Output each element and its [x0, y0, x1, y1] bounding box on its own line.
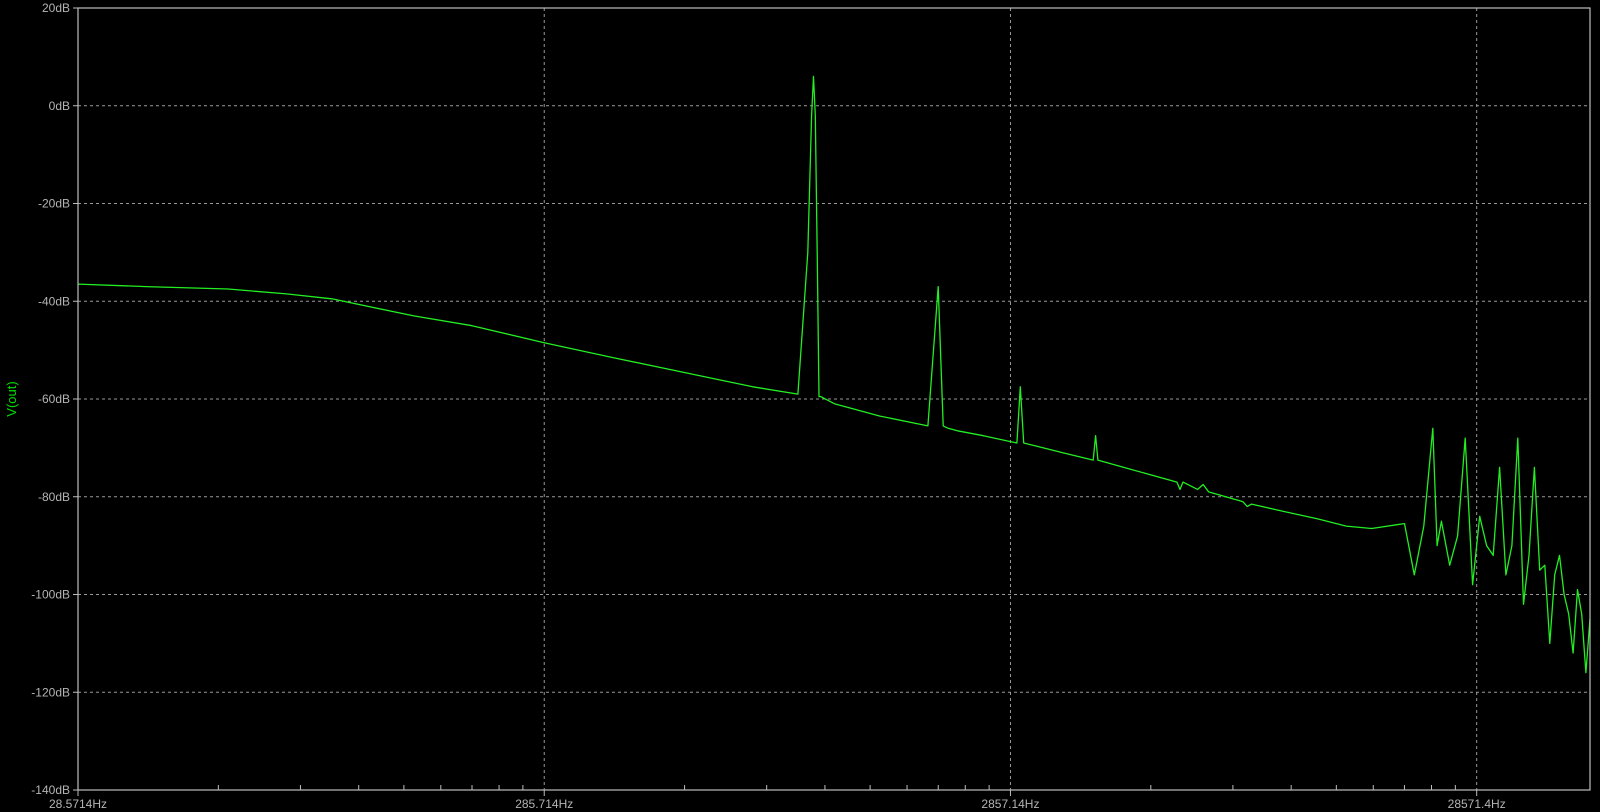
y-tick-label: -120dB — [31, 685, 70, 699]
x-tick-label: 285.714Hz — [515, 797, 573, 811]
fft-plot[interactable]: 20dB 0dB -20dB -40dB -60dB -80dB -100dB -120dB -… — [0, 0, 1600, 812]
y-tick-label: -140dB — [31, 783, 70, 797]
y-axis-label: V(out) — [4, 381, 19, 416]
y-tick-label: 0dB — [49, 99, 70, 113]
y-tick-label: -20dB — [38, 197, 70, 211]
y-tick-label: -80dB — [38, 490, 70, 504]
y-tick-label: -40dB — [38, 294, 70, 308]
y-axis: 20dB 0dB -20dB -40dB -60dB -80dB -100dB -120dB -… — [31, 1, 78, 797]
trace-layer — [77, 75, 1591, 674]
x-tick-label: 28571.4Hz — [1448, 797, 1506, 811]
series-line-vout — [77, 75, 1591, 674]
x-tick-label: 28.5714Hz — [49, 797, 107, 811]
x-axis: 28.5714Hz 285.714Hz 2857.14Hz 28571.4Hz — [49, 790, 1506, 811]
y-tick-label: -60dB — [38, 392, 70, 406]
grid — [78, 8, 1590, 790]
x-minor-ticks — [217, 785, 1456, 790]
y-tick-label: -100dB — [31, 588, 70, 602]
y-tick-label: 20dB — [42, 1, 70, 15]
x-tick-label: 2857.14Hz — [981, 797, 1039, 811]
